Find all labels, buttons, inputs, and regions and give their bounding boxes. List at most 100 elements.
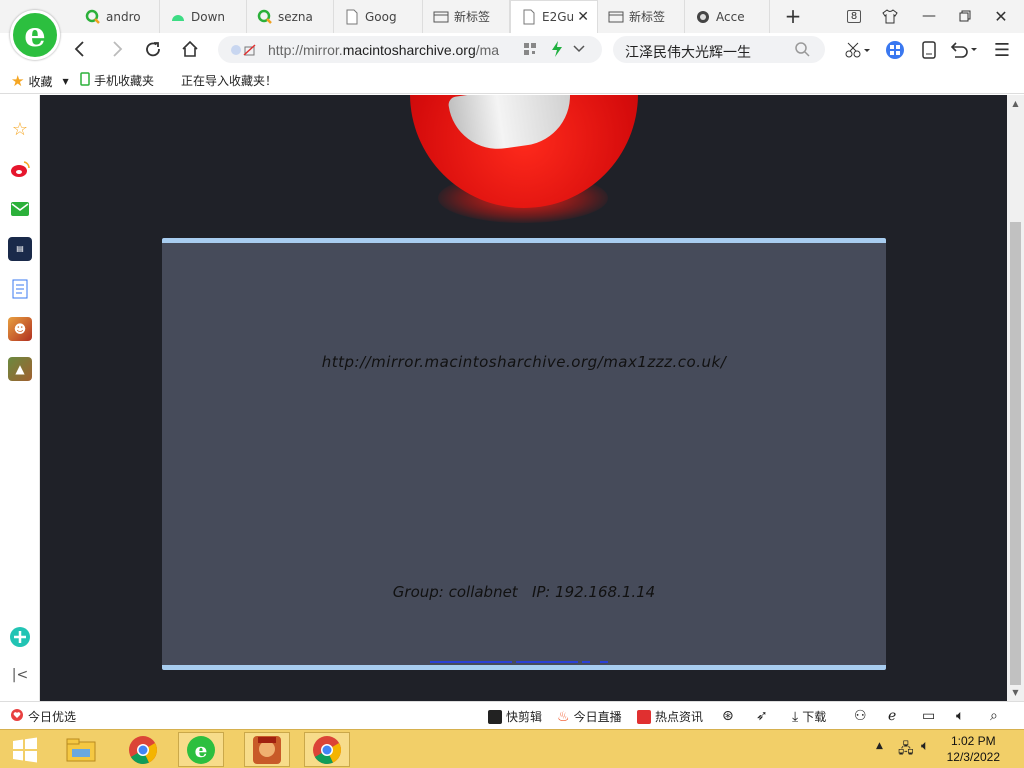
mobile-favorites-label: 手机收藏夹 bbox=[94, 74, 155, 88]
collapse-sidebar-icon[interactable]: |< bbox=[8, 663, 32, 687]
skin-icon[interactable] bbox=[876, 3, 904, 29]
live-today-label: 今日直播 bbox=[573, 710, 622, 724]
chevron-down-icon[interactable] bbox=[573, 43, 585, 57]
home-button[interactable] bbox=[177, 36, 203, 62]
sidebar: ☆ ▤ ☻ ▲ |< bbox=[0, 95, 40, 701]
link-1[interactable] bbox=[430, 661, 512, 663]
game-app-icon[interactable]: ☻ bbox=[8, 317, 32, 341]
tab-count-button[interactable]: 8 bbox=[840, 3, 868, 29]
incognito-icon[interactable]: ⚇ bbox=[854, 708, 867, 724]
page-icon bbox=[521, 9, 537, 25]
rocket-icon[interactable]: ➶ bbox=[756, 708, 768, 724]
new-tab-button[interactable]: + bbox=[779, 3, 807, 29]
reload-button[interactable] bbox=[140, 36, 166, 62]
minimize-button[interactable]: — bbox=[915, 3, 943, 29]
blocked-panel: http://mirror.macintosharchive.org/max1z… bbox=[162, 238, 886, 670]
panel-links[interactable] bbox=[430, 661, 608, 663]
address-bar[interactable]: http://mirror.macintosharchive.org/ma bbox=[218, 36, 602, 63]
zoom-icon[interactable]: ⌕ bbox=[990, 708, 998, 724]
phone-icon bbox=[80, 72, 90, 89]
scroll-down-arrow[interactable]: ▼ bbox=[1007, 684, 1024, 701]
security-icon[interactable] bbox=[230, 43, 256, 60]
add-app-icon[interactable] bbox=[8, 625, 32, 649]
volume-icon[interactable]: 🔈︎ bbox=[921, 738, 929, 754]
scroll-thumb[interactable] bbox=[1010, 222, 1021, 685]
daily-picks[interactable]: 今日优选 bbox=[10, 708, 76, 725]
download[interactable]: ⤓ 下载 bbox=[792, 708, 826, 725]
ie-mode-icon[interactable]: ℯ bbox=[888, 708, 896, 724]
start-button[interactable] bbox=[2, 732, 48, 767]
toolbar: http://mirror.macintosharchive.org/ma 江泽… bbox=[0, 33, 1024, 66]
weibo-icon[interactable] bbox=[8, 157, 32, 181]
status-bar: 今日优选 快剪辑 ♨ 今日直播 热点资讯 ⊛ ➶ ⤓ 下载 ⚇ ℯ ▭ 🔈︎ ⌕ bbox=[0, 701, 1024, 729]
window-icon[interactable]: ▭ bbox=[922, 708, 935, 724]
browser-logo[interactable]: e bbox=[10, 10, 60, 60]
newtab-icon bbox=[433, 9, 449, 25]
document-icon[interactable] bbox=[8, 277, 32, 301]
maximize-button[interactable] bbox=[951, 3, 979, 29]
flame-icon: ♨ bbox=[557, 708, 570, 725]
lightning-icon[interactable] bbox=[551, 41, 563, 60]
scissors-icon[interactable] bbox=[843, 38, 873, 62]
search-input[interactable]: 江泽民伟大光辉一生 bbox=[625, 42, 751, 62]
sound-icon[interactable]: 🔈︎ bbox=[956, 708, 964, 724]
tab-8[interactable]: Acce bbox=[685, 0, 770, 33]
tab-5[interactable]: 新标签 bbox=[423, 0, 510, 33]
download-label: 下载 bbox=[802, 710, 827, 724]
scroll-up-arrow[interactable]: ▲ bbox=[1007, 95, 1024, 112]
link-4[interactable] bbox=[600, 661, 608, 663]
download-icon: ⤓ bbox=[792, 708, 799, 725]
file-explorer-icon[interactable] bbox=[58, 732, 104, 767]
tab-7[interactable]: 新标签 bbox=[598, 0, 685, 33]
show-hidden-icons[interactable]: ▲ bbox=[876, 741, 883, 751]
svg-text:e: e bbox=[195, 738, 208, 762]
tab-2[interactable]: Down bbox=[160, 0, 247, 33]
apps-icon[interactable] bbox=[883, 38, 907, 62]
close-window-button[interactable]: ✕ bbox=[987, 3, 1015, 29]
link-3[interactable] bbox=[582, 661, 590, 663]
access-icon bbox=[695, 9, 711, 25]
blocked-url: http://mirror.macintosharchive.org/max1z… bbox=[321, 353, 727, 371]
tab-1[interactable]: andro bbox=[75, 0, 160, 33]
back-button[interactable] bbox=[67, 36, 93, 62]
browser-taskbar-icon[interactable]: e bbox=[178, 732, 224, 767]
tab-4[interactable]: Goog bbox=[334, 0, 423, 33]
chevron-down-icon: ▼ bbox=[62, 76, 69, 86]
favorites-menu[interactable]: ★ 收藏 ▼ bbox=[11, 72, 69, 90]
link-2[interactable] bbox=[516, 661, 578, 663]
page-content: http://mirror.macintosharchive.org/max1z… bbox=[40, 95, 1007, 701]
news-app-icon[interactable]: ▤ bbox=[8, 237, 32, 261]
search-icon[interactable] bbox=[795, 42, 810, 60]
game-app-icon-2[interactable]: ▲ bbox=[8, 357, 32, 381]
bookmarks-bar: ★ 收藏 ▼ 手机收藏夹 正在导入收藏夹！ bbox=[0, 66, 1024, 94]
forward-button[interactable] bbox=[104, 36, 130, 62]
tab-6-active[interactable]: E2Gu ✕ bbox=[510, 0, 598, 33]
qr-icon[interactable] bbox=[524, 43, 536, 58]
chrome-taskbar-icon-2[interactable] bbox=[304, 732, 350, 767]
page-icon bbox=[344, 9, 360, 25]
hot-news[interactable]: 热点资讯 bbox=[637, 708, 703, 725]
chrome-icon[interactable] bbox=[120, 732, 166, 767]
network-icon[interactable]: 🖧︎ bbox=[898, 738, 914, 762]
close-icon[interactable]: ✕ bbox=[577, 9, 589, 25]
quick-edit-label: 快剪辑 bbox=[506, 710, 543, 724]
tab-3[interactable]: sezna bbox=[247, 0, 334, 33]
undo-icon[interactable] bbox=[948, 38, 978, 62]
lightning-status-icon[interactable]: ⊛ bbox=[722, 708, 734, 724]
quick-edit[interactable]: 快剪辑 bbox=[488, 708, 542, 725]
url-text[interactable]: http://mirror.macintosharchive.org/ma bbox=[268, 42, 500, 58]
importing-status[interactable]: 正在导入收藏夹！ bbox=[181, 72, 277, 89]
heart-icon bbox=[10, 708, 24, 725]
mail-icon[interactable] bbox=[8, 197, 32, 221]
reading-mode-icon[interactable] bbox=[917, 38, 941, 62]
mobile-favorites[interactable]: 手机收藏夹 bbox=[80, 72, 154, 89]
search-box[interactable]: 江泽民伟大光辉一生 bbox=[613, 36, 825, 63]
importing-label: 正在导入收藏夹！ bbox=[181, 74, 278, 88]
system-clock[interactable]: 1:02 PM 12/3/2022 bbox=[947, 733, 1000, 765]
tab-label: Down bbox=[191, 9, 226, 24]
vertical-scrollbar[interactable]: ▲ ▼ bbox=[1007, 95, 1024, 701]
game-taskbar-icon[interactable] bbox=[244, 732, 290, 767]
menu-icon[interactable]: ☰ bbox=[990, 38, 1014, 62]
live-today[interactable]: ♨ 今日直播 bbox=[557, 708, 622, 725]
favorites-star-icon[interactable]: ☆ bbox=[8, 117, 32, 141]
